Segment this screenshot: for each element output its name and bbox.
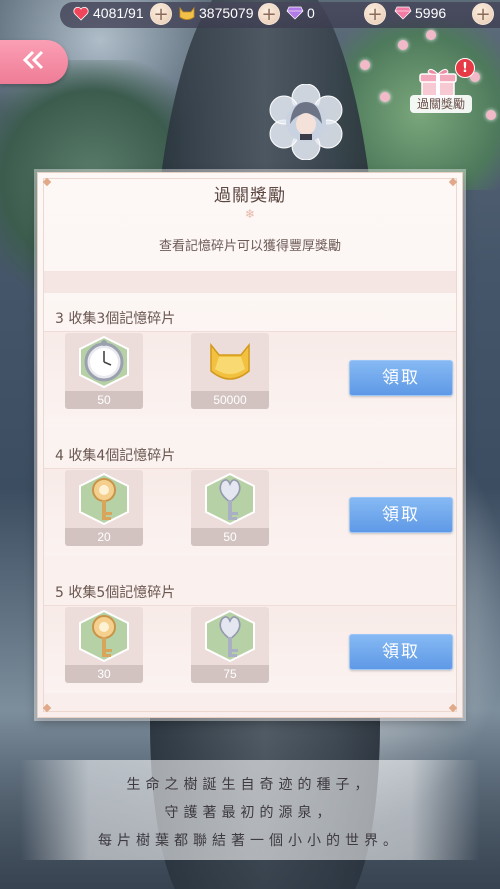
stamina-display: 4081/91 <box>72 3 144 23</box>
add-gems-button[interactable]: + <box>364 3 386 25</box>
reward-gift-label[interactable]: 過關獎勵 <box>410 95 472 113</box>
silver-key-icon <box>191 470 269 528</box>
gold-key-icon <box>65 470 143 528</box>
milestone-title: 3 收集3個記憶碎片 <box>55 311 176 327</box>
reward-item[interactable]: 50 <box>65 333 143 409</box>
purple-gem-icon <box>286 4 304 22</box>
reward-item[interactable]: 30 <box>65 607 143 683</box>
gold-key-icon <box>65 607 143 665</box>
reward-item[interactable]: 50 <box>191 470 269 546</box>
reward-item[interactable]: 20 <box>65 470 143 546</box>
milestone-title: 5 收集5個記憶碎片 <box>55 585 176 601</box>
silver-key-icon <box>191 607 269 665</box>
character-medallion[interactable] <box>268 83 344 161</box>
reward-item[interactable]: 75 <box>191 607 269 683</box>
blossom <box>398 40 408 50</box>
milestone-title: 4 收集4個記憶碎片 <box>55 448 176 464</box>
blossom <box>426 30 436 40</box>
pocket-watch-icon <box>65 333 143 391</box>
item-quantity: 50000 <box>191 391 269 409</box>
gold-cat-coin-icon <box>191 333 269 391</box>
coin-value: 3875079 <box>199 5 254 21</box>
claim-button[interactable]: 領取 <box>349 360 453 396</box>
item-quantity: 50 <box>65 391 143 409</box>
story-line-2: 守護著最初的源泉， <box>164 805 336 821</box>
notification-badge: ! <box>455 58 475 78</box>
snowflake-icon: ❄ <box>244 207 256 221</box>
add-diamonds-button[interactable]: + <box>472 3 494 25</box>
dialog-title: 過關獎勵 <box>214 186 286 206</box>
blossom <box>380 92 390 102</box>
item-quantity: 50 <box>191 528 269 546</box>
coin-display: 3875079 <box>178 3 254 23</box>
story-banner: 生命之樹誕生自奇迹的種子， 守護著最初的源泉， 每片樹葉都聯結著一個小小的世界。 <box>20 760 480 860</box>
double-chevron-left-icon <box>21 50 47 74</box>
corner-ornament <box>448 703 458 713</box>
item-quantity: 20 <box>65 528 143 546</box>
rewards-dialog: 過關獎勵 ❄ 查看記憶碎片可以獲得豐厚獎勵 3 收集3個記憶碎片 50 5000… <box>37 172 463 718</box>
add-coins-button[interactable]: + <box>258 3 280 25</box>
claim-button[interactable]: 領取 <box>349 634 453 670</box>
item-quantity: 30 <box>65 665 143 683</box>
heart-icon <box>72 4 90 22</box>
dialog-subtitle: 查看記憶碎片可以獲得豐厚獎勵 <box>158 239 341 254</box>
blossom <box>360 60 370 70</box>
cat-coin-icon <box>178 4 196 22</box>
diamond-display: 5996 <box>394 3 446 23</box>
story-line-3: 每片樹葉都聯結著一個小小的世界。 <box>98 833 402 849</box>
item-quantity: 75 <box>191 665 269 683</box>
claim-button[interactable]: 領取 <box>349 497 453 533</box>
gem-value: 0 <box>307 5 315 21</box>
add-stamina-button[interactable]: + <box>150 3 172 25</box>
back-button[interactable] <box>0 40 68 84</box>
gem-display: 0 <box>286 3 315 23</box>
blossom <box>486 110 496 120</box>
diamond-value: 5996 <box>415 5 447 21</box>
stamina-value: 4081/91 <box>93 5 144 21</box>
reward-item[interactable]: 50000 <box>191 333 269 409</box>
story-line-1: 生命之樹誕生自奇迹的種子， <box>126 777 374 793</box>
pink-diamond-icon <box>394 4 412 22</box>
divider-band <box>44 271 456 293</box>
corner-ornament <box>42 703 52 713</box>
